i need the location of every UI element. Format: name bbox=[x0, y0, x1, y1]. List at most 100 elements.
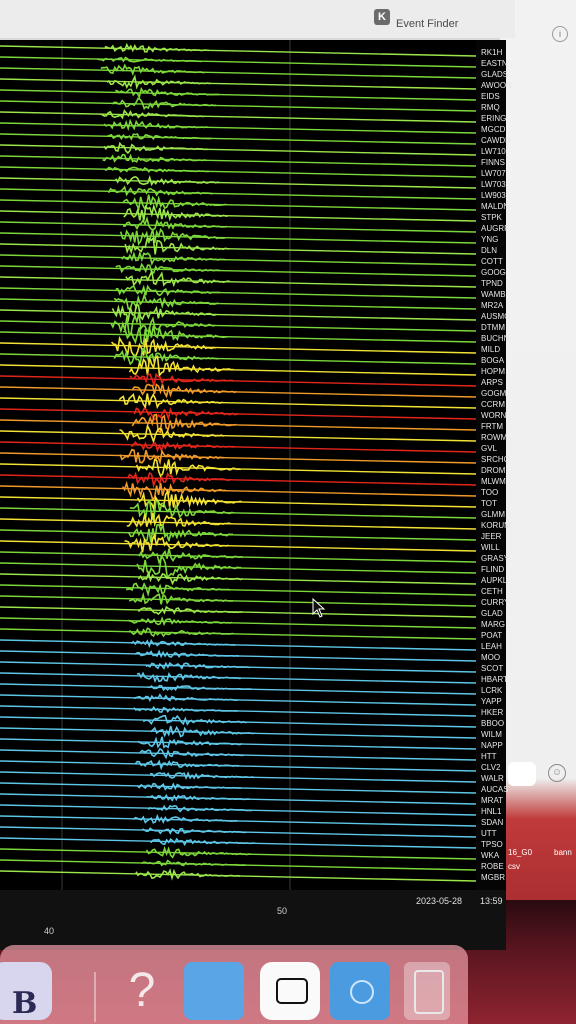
station-label: AUGRF bbox=[481, 224, 509, 233]
waveform-trace bbox=[107, 133, 212, 141]
trace-baseline bbox=[0, 177, 476, 189]
station-label: CCRM bbox=[481, 400, 505, 409]
station-label: GLAD bbox=[481, 609, 503, 618]
station-label: CETH bbox=[481, 587, 503, 596]
station-label: YAPP bbox=[481, 697, 502, 706]
station-label: NAPP bbox=[481, 741, 503, 750]
waveform-trace bbox=[128, 591, 234, 605]
station-label: TOT bbox=[481, 499, 497, 508]
screenshot-icon[interactable] bbox=[260, 962, 320, 1020]
station-label: MRAT bbox=[481, 796, 504, 805]
waveform-trace bbox=[118, 393, 224, 410]
mouse-cursor-icon bbox=[312, 598, 326, 618]
trace-baseline bbox=[0, 232, 476, 244]
trace-baseline bbox=[0, 210, 476, 222]
station-label: AWOON bbox=[481, 81, 512, 90]
station-label: MALDN bbox=[481, 202, 510, 211]
station-label: DROM bbox=[481, 466, 506, 475]
station-label: AUPKL bbox=[481, 576, 508, 585]
trace-baseline bbox=[0, 320, 476, 332]
station-label: GOOG bbox=[481, 268, 506, 277]
station-label: FRTM bbox=[481, 422, 504, 431]
station-label: WORN bbox=[481, 411, 507, 420]
station-label: LW710 bbox=[481, 147, 506, 156]
trace-baseline bbox=[0, 474, 476, 486]
finder-icon[interactable]: B bbox=[0, 962, 52, 1021]
app-icon: K bbox=[374, 9, 390, 25]
trash-icon[interactable] bbox=[404, 962, 450, 1020]
downloads-icon[interactable] bbox=[330, 962, 390, 1020]
station-label: POAT bbox=[481, 631, 503, 640]
trace-baseline bbox=[0, 100, 476, 112]
station-label: DTMM bbox=[481, 323, 505, 332]
file-label[interactable]: bann bbox=[554, 848, 572, 857]
window-title: Event Finder bbox=[396, 18, 459, 30]
station-label: GVL bbox=[481, 444, 498, 453]
station-label: EIDS bbox=[481, 92, 500, 101]
trace-baseline bbox=[0, 430, 476, 442]
trace-baseline bbox=[0, 45, 476, 57]
trace-baseline bbox=[0, 584, 476, 596]
trace-baseline bbox=[0, 507, 476, 519]
trace-baseline bbox=[0, 485, 476, 497]
station-label: MILD bbox=[481, 345, 501, 354]
station-label: LEAH bbox=[481, 642, 502, 651]
station-label: GOGM bbox=[481, 389, 507, 398]
waveform-trace bbox=[125, 268, 230, 288]
station-label: LCRK bbox=[481, 686, 503, 695]
trace-baseline bbox=[0, 331, 476, 343]
station-label: LW707 bbox=[481, 169, 506, 178]
trace-baseline bbox=[0, 56, 476, 68]
trace-baseline bbox=[0, 155, 476, 167]
file-label[interactable]: 16_G0 bbox=[508, 848, 532, 857]
station-label: ROWM bbox=[481, 433, 508, 442]
info-icon[interactable]: i bbox=[552, 26, 568, 42]
trace-baseline bbox=[0, 287, 476, 299]
trace-baseline bbox=[0, 199, 476, 211]
station-label: YNG bbox=[481, 235, 499, 244]
station-label: SRCHQ bbox=[481, 455, 510, 464]
station-label: HKER bbox=[481, 708, 504, 717]
waveform-trace bbox=[125, 582, 231, 597]
station-label: LW903 bbox=[481, 191, 506, 200]
waveform-trace bbox=[119, 448, 224, 466]
station-label: FINNS bbox=[481, 158, 505, 167]
station-label: MR2A bbox=[481, 301, 504, 310]
trace-baseline bbox=[0, 89, 476, 101]
trace-baseline bbox=[0, 111, 476, 123]
trace-baseline bbox=[0, 441, 476, 453]
trace-baseline bbox=[0, 122, 476, 134]
trace-baseline bbox=[0, 342, 476, 354]
trace-baseline bbox=[0, 364, 476, 376]
help-icon[interactable]: ? bbox=[112, 962, 172, 1020]
station-label: TOO bbox=[481, 488, 499, 497]
trace-baseline bbox=[0, 815, 476, 827]
window-titlebar[interactable]: K Event Finder bbox=[0, 0, 515, 38]
waveform-canvas bbox=[0, 40, 476, 910]
station-label: HBART bbox=[481, 675, 508, 684]
emoji-icon[interactable]: ☺ bbox=[548, 764, 566, 782]
dock-separator bbox=[94, 972, 96, 1022]
station-label: GLADS bbox=[481, 70, 509, 79]
station-label: LW703 bbox=[481, 180, 506, 189]
station-label: TPSO bbox=[481, 840, 503, 849]
trace-baseline bbox=[0, 265, 476, 277]
station-label: MLWM bbox=[481, 477, 506, 486]
seismogram-plot[interactable] bbox=[0, 40, 476, 910]
folder-icon[interactable] bbox=[184, 962, 244, 1020]
station-label: JEER bbox=[481, 532, 502, 541]
side-input[interactable] bbox=[508, 762, 536, 786]
waveform-trace bbox=[150, 725, 255, 738]
station-label: GRASY bbox=[481, 554, 510, 563]
tick-label-50: 50 bbox=[277, 906, 288, 916]
station-label: COTT bbox=[481, 257, 503, 266]
trace-baseline bbox=[0, 617, 476, 629]
station-label: CURRY bbox=[481, 598, 510, 607]
station-label: WILL bbox=[481, 543, 500, 552]
station-label: STPK bbox=[481, 213, 502, 222]
waveform-trace bbox=[150, 837, 255, 847]
trace-baseline bbox=[0, 452, 476, 464]
waveform-trace bbox=[126, 471, 232, 489]
waveform-trace bbox=[132, 813, 238, 825]
file-label[interactable]: csv bbox=[508, 862, 520, 871]
